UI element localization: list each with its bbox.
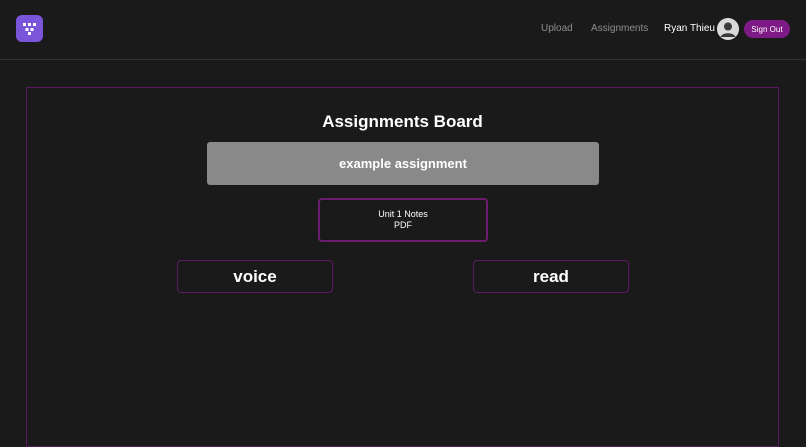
user-avatar-icon[interactable] <box>717 18 739 40</box>
page-title: Assignments Board <box>322 112 483 131</box>
nav-upload-link[interactable]: Upload <box>541 23 573 34</box>
user-name: Ryan Thieu <box>664 23 715 34</box>
smiley-grid-icon <box>23 23 36 35</box>
file-type: PDF <box>394 220 412 230</box>
assignments-board: Assignments Board example assignment Uni… <box>26 87 779 447</box>
assignment-title-banner[interactable]: example assignment <box>207 142 599 185</box>
read-button[interactable]: read <box>473 260 629 293</box>
voice-button[interactable]: voice <box>177 260 333 293</box>
file-name: Unit 1 Notes <box>378 209 428 219</box>
top-header: Upload Assignments Ryan Thieu Sign Out <box>0 0 806 60</box>
app-logo-icon[interactable] <box>16 15 43 42</box>
avatar-silhouette-icon <box>717 18 739 40</box>
sign-out-button[interactable]: Sign Out <box>744 20 790 38</box>
nav-assignments-link[interactable]: Assignments <box>591 23 648 34</box>
file-card[interactable]: Unit 1 Notes PDF <box>318 198 488 242</box>
